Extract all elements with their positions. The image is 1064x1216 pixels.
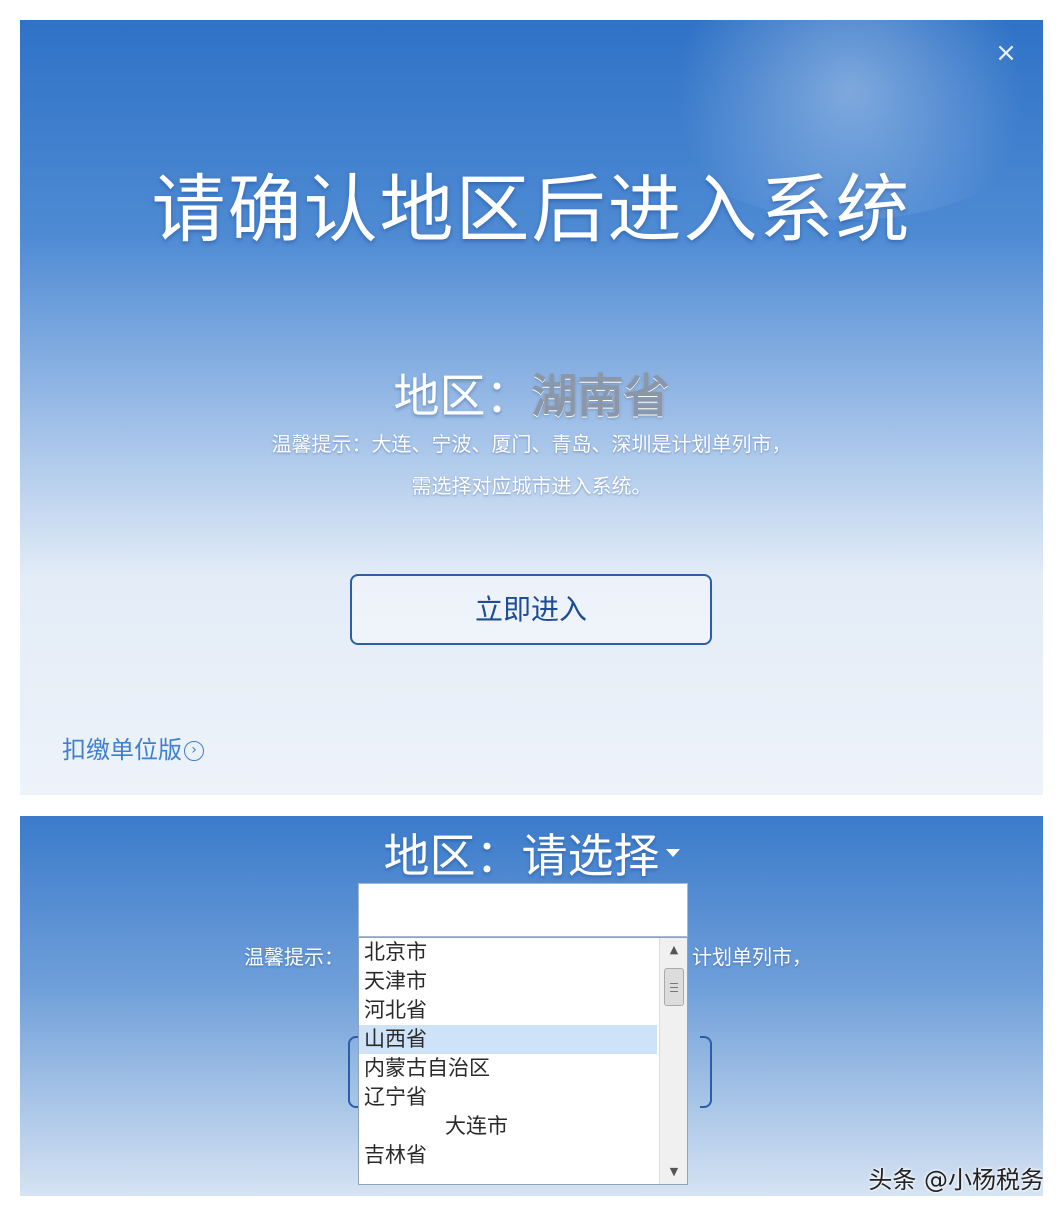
tip-text-line2: 需选择对应城市进入系统。	[411, 474, 652, 498]
chevron-right-circle-icon: ›	[184, 741, 204, 761]
region-option[interactable]: 北京市	[359, 938, 657, 967]
tip-text-line1: 温馨提示：大连、宁波、厦门、青岛、深圳是计划单列市，	[271, 432, 792, 456]
region-option[interactable]: 辽宁省	[359, 1083, 657, 1112]
region-confirm-dialog: × 请确认地区后进入系统 地区：湖南省 温馨提示：大连、宁波、厦门、青岛、深圳是…	[20, 20, 1043, 795]
region-search-input[interactable]	[358, 883, 688, 937]
region-select-value[interactable]: 湖南省	[532, 369, 670, 423]
page-title: 请确认地区后进入系统	[151, 167, 912, 253]
withholding-unit-version-link[interactable]: 扣缴单位版 ›	[62, 730, 204, 765]
region-option[interactable]: 吉林省	[359, 1141, 657, 1170]
region-row: 地区：请选择	[20, 820, 1043, 886]
tip-text-left: 温馨提示：	[244, 945, 344, 969]
enter-button-edge-right	[700, 1036, 712, 1108]
region-option[interactable]: 内蒙古自治区	[359, 1054, 657, 1083]
enter-now-button[interactable]: 立即进入	[350, 574, 712, 645]
scrollbar-thumb[interactable]	[664, 968, 684, 1006]
region-option-list[interactable]: 北京市 天津市 河北省 山西省 内蒙古自治区 辽宁省 大连市 吉林省 ▲ ▼	[358, 937, 688, 1185]
region-label: 地区：	[383, 829, 522, 883]
tip-text-right: 计划单列市，	[692, 945, 812, 969]
scrollbar[interactable]: ▲ ▼	[659, 938, 687, 1184]
caret-down-icon[interactable]	[665, 848, 680, 857]
scroll-up-icon[interactable]: ▲	[660, 938, 687, 962]
region-option[interactable]: 河北省	[359, 996, 657, 1025]
region-option[interactable]: 大连市	[359, 1112, 657, 1141]
withholding-unit-version-label: 扣缴单位版	[62, 736, 182, 764]
region-label: 地区：	[393, 369, 532, 423]
close-icon[interactable]: ×	[991, 38, 1021, 68]
region-select-trigger[interactable]: 请选择	[522, 829, 660, 883]
region-option[interactable]: 天津市	[359, 967, 657, 996]
region-option[interactable]: 山西省	[359, 1025, 657, 1054]
region-options: 北京市 天津市 河北省 山西省 内蒙古自治区 辽宁省 大连市 吉林省	[359, 938, 657, 1170]
region-dropdown-view: 地区：请选择 温馨提示： 计划单列市， 北京市 天津市 河北省 山西省 内蒙古自治区 辽宁…	[20, 816, 1043, 1196]
scroll-down-icon[interactable]: ▼	[660, 1160, 687, 1184]
region-row: 地区：湖南省	[20, 360, 1043, 426]
watermark: 头条 @小杨税务	[868, 1166, 1044, 1194]
